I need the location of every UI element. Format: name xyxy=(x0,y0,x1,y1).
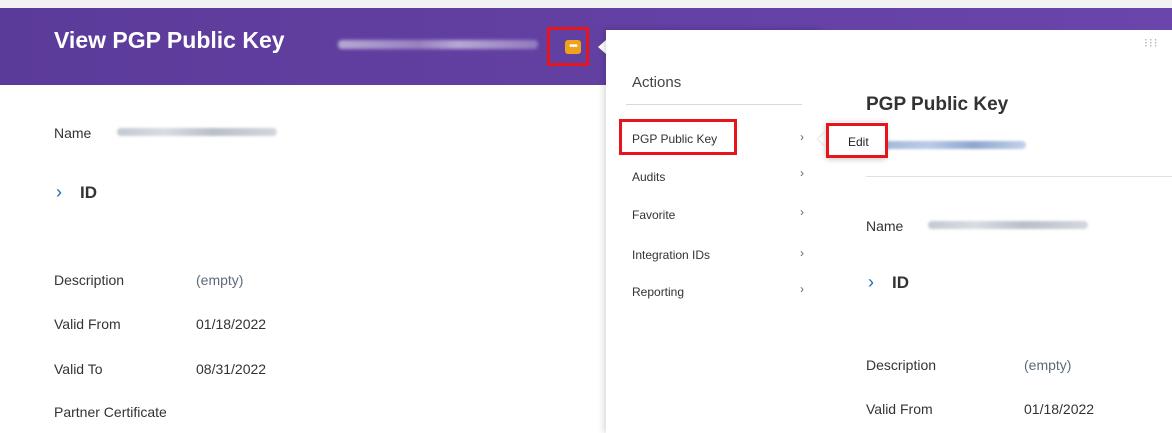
preview-description-label: Description xyxy=(866,357,937,373)
actions-title: Actions xyxy=(632,74,682,91)
description-value: (empty) xyxy=(196,272,244,288)
chevron-right-icon: › xyxy=(800,282,804,296)
valid-to-value: 08/31/2022 xyxy=(196,361,267,377)
preview-title: PGP Public Key xyxy=(866,94,1009,115)
partner-certificate-label: Partner Certificate xyxy=(54,404,167,420)
redacted-preview-name xyxy=(928,221,1088,229)
grid-icon[interactable]: ⁝⁝⁝ xyxy=(1144,36,1158,50)
valid-from-value: 01/18/2022 xyxy=(196,316,267,332)
menu-item-favorite[interactable]: Favorite xyxy=(632,208,675,222)
divider xyxy=(866,176,1172,177)
valid-from-label: Valid From xyxy=(54,316,121,332)
preview-id-toggle[interactable]: ID xyxy=(892,273,909,293)
preview-valid-from-value: 01/18/2022 xyxy=(1024,401,1095,417)
redacted-name-value xyxy=(117,128,277,136)
chevron-right-icon[interactable]: › xyxy=(868,272,874,293)
redacted-preview-link[interactable] xyxy=(876,141,1026,149)
name-label: Name xyxy=(54,125,92,141)
divider xyxy=(626,104,802,105)
chevron-right-icon[interactable]: › xyxy=(56,182,62,203)
menu-item-integration-ids[interactable]: Integration IDs xyxy=(632,248,710,262)
highlight-pgp-public-key xyxy=(619,119,737,155)
description-label: Description xyxy=(54,272,125,288)
highlight-edit xyxy=(826,123,888,158)
submenu-caret xyxy=(818,132,826,146)
menu-item-audits[interactable]: Audits xyxy=(632,170,665,184)
chevron-right-icon: › xyxy=(800,246,804,260)
chevron-right-icon: › xyxy=(800,130,804,144)
top-strip xyxy=(0,0,1172,8)
chevron-right-icon: › xyxy=(800,205,804,219)
popup-caret xyxy=(598,40,606,54)
preview-name-label: Name xyxy=(866,218,904,234)
actions-popup: Actions PGP Public Key › Audits › Favori… xyxy=(606,30,822,433)
menu-item-reporting[interactable]: Reporting xyxy=(632,285,684,299)
ellipsis-icon[interactable]: ••• xyxy=(565,40,581,54)
valid-to-label: Valid To xyxy=(54,361,103,377)
preview-description-value: (empty) xyxy=(1024,357,1072,373)
id-section-toggle[interactable]: ID xyxy=(80,183,97,203)
chevron-right-icon: › xyxy=(800,166,804,180)
page-title: View PGP Public Key xyxy=(54,27,285,53)
preview-valid-from-label: Valid From xyxy=(866,401,933,417)
redacted-subtitle xyxy=(338,40,538,49)
